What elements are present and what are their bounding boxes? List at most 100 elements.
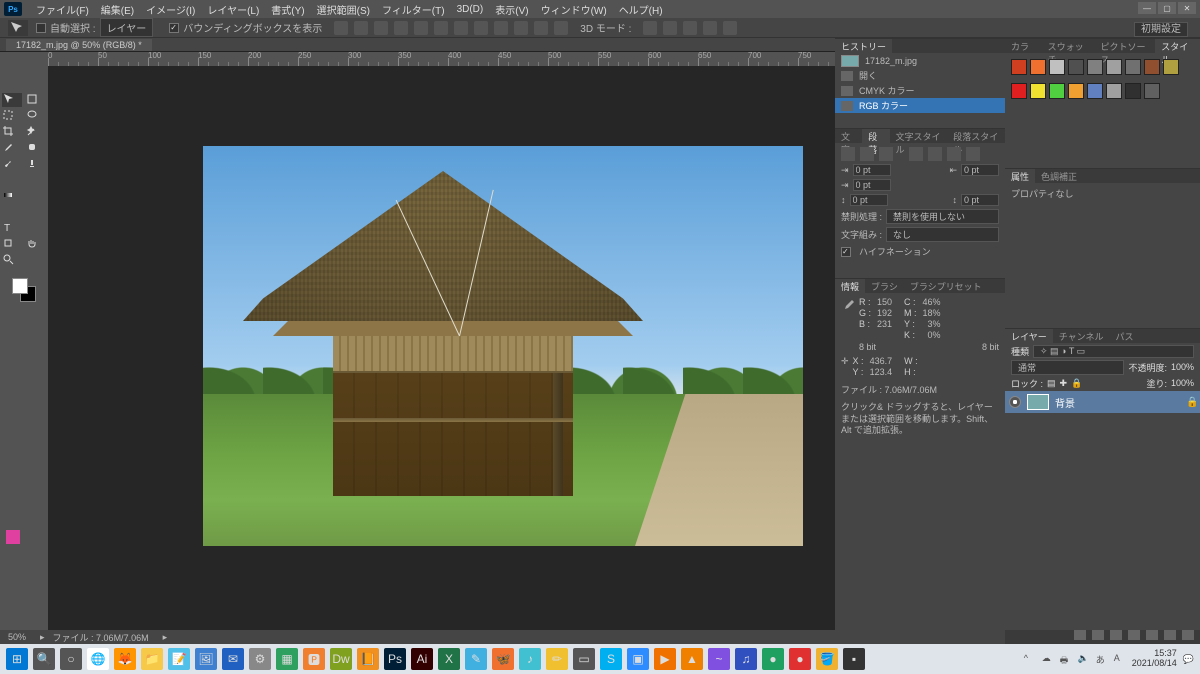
style-swatch[interactable] [1125, 59, 1141, 75]
taskbar-app-icon[interactable]: ○ [60, 648, 82, 670]
crop-tool-icon[interactable] [2, 125, 22, 139]
para-style-tab[interactable]: 段落スタイル [947, 129, 1005, 143]
taskbar-app-icon[interactable]: ● [789, 648, 811, 670]
style-swatch[interactable] [1011, 83, 1027, 99]
taskbar-app-icon[interactable]: Ps [384, 648, 406, 670]
taskbar-app-icon[interactable]: ⊞ [6, 648, 28, 670]
swatches-tab[interactable]: スウォッチ [1042, 39, 1095, 53]
menu-file[interactable]: ファイル(F) [30, 0, 95, 19]
taskbar-app-icon[interactable]: 📙 [357, 648, 379, 670]
chevron-right-icon[interactable]: ▸ [40, 632, 45, 643]
align-icon[interactable] [374, 21, 388, 35]
taskbar-app-icon[interactable]: S [600, 648, 622, 670]
quick-mask-icon[interactable] [6, 530, 20, 544]
indent-left-input[interactable] [853, 164, 891, 176]
history-item[interactable]: 開く [835, 68, 1005, 83]
style-swatch[interactable] [1049, 59, 1065, 75]
align-icon[interactable] [414, 21, 428, 35]
gradient-tool-icon[interactable] [2, 189, 22, 203]
ruler-horizontal[interactable]: -150-100-5005010015020025030035040045050… [48, 52, 835, 66]
properties-tab[interactable]: 属性 [1005, 169, 1035, 183]
info-tab[interactable]: 情報 [835, 279, 865, 293]
style-swatch[interactable] [1011, 59, 1027, 75]
layer-mask-icon[interactable] [1110, 630, 1122, 640]
style-swatch[interactable] [1125, 83, 1141, 99]
color-tab[interactable]: カラー [1005, 39, 1042, 53]
taskbar-app-icon[interactable]: 🔍 [33, 648, 55, 670]
taskbar-app-icon[interactable]: ● [762, 648, 784, 670]
character-tab[interactable]: 文字 [835, 129, 862, 143]
history-tab[interactable]: ヒストリー [835, 39, 892, 53]
style-swatch[interactable] [1068, 83, 1084, 99]
eyedropper-tool-icon[interactable] [2, 141, 22, 155]
move-tool-icon[interactable] [2, 93, 22, 107]
indent-right-input[interactable] [961, 164, 999, 176]
style-swatch[interactable] [1087, 83, 1103, 99]
new-layer-icon[interactable] [1164, 630, 1176, 640]
lock-position-icon[interactable]: ✚ [1060, 378, 1068, 389]
notification-icon[interactable]: 💬 [1183, 654, 1194, 665]
menu-3d[interactable]: 3D(D) [451, 2, 490, 17]
align-icon[interactable] [354, 21, 368, 35]
menu-type[interactable]: 書式(Y) [265, 0, 310, 19]
dodge-tool-icon[interactable] [2, 205, 22, 219]
taskbar-app-icon[interactable]: ▭ [573, 648, 595, 670]
tray-icon[interactable]: ^ [1024, 653, 1036, 665]
taskbar-app-icon[interactable]: 🦋 [492, 648, 514, 670]
space-after-input[interactable] [961, 194, 999, 206]
justify-center-icon[interactable] [928, 147, 942, 161]
auto-select-combo[interactable]: レイヤー [100, 18, 154, 37]
menu-window[interactable]: ウィンドウ(W) [535, 0, 613, 19]
style-swatch[interactable] [1106, 59, 1122, 75]
menu-help[interactable]: ヘルプ(H) [613, 0, 669, 19]
channels-tab[interactable]: チャンネル [1053, 329, 1110, 343]
kinsoku-combo[interactable]: 禁則を使用しない [886, 209, 999, 224]
style-swatch[interactable] [1144, 59, 1160, 75]
history-item[interactable]: CMYK カラー [835, 83, 1005, 98]
brush-tool-icon[interactable] [2, 157, 22, 171]
adjustments-tab[interactable]: 色調補正 [1035, 169, 1083, 183]
layer-name[interactable]: 背景 [1055, 395, 1075, 410]
shape-tool-icon[interactable] [2, 237, 22, 251]
kumi-combo[interactable]: なし [886, 227, 999, 242]
align-icon[interactable] [554, 21, 568, 35]
paths-tab[interactable]: パス [1109, 329, 1139, 343]
taskbar-app-icon[interactable]: X [438, 648, 460, 670]
lock-all-icon[interactable]: 🔒 [1071, 378, 1082, 389]
taskbar-app-icon[interactable]: ⚙ [249, 648, 271, 670]
document-tab[interactable]: 17182_m.jpg @ 50% (RGB/8) * [6, 39, 152, 51]
taskbar-app-icon[interactable]: 🌐 [87, 648, 109, 670]
justify-right-icon[interactable] [947, 147, 961, 161]
3d-icon[interactable] [643, 21, 657, 35]
menu-layer[interactable]: レイヤー(L) [201, 0, 265, 19]
link-layers-icon[interactable] [1074, 630, 1086, 640]
taskbar-app-icon[interactable]: Dw [330, 648, 352, 670]
3d-icon[interactable] [703, 21, 717, 35]
align-icon[interactable] [494, 21, 508, 35]
taskbar-app-icon[interactable]: ✏ [546, 648, 568, 670]
layers-tab[interactable]: レイヤー [1005, 329, 1053, 343]
align-icon[interactable] [454, 21, 468, 35]
visibility-icon[interactable] [1009, 396, 1021, 408]
paragraph-tab[interactable]: 段落 [862, 129, 889, 143]
brush-tab[interactable]: ブラシ [865, 279, 904, 293]
hyphenation-checkbox[interactable] [841, 247, 851, 257]
taskbar-app-icon[interactable]: ▣ [627, 648, 649, 670]
marquee-tool-icon[interactable] [2, 109, 22, 123]
zoom-display[interactable]: 50% [8, 632, 26, 642]
taskbar-app-icon[interactable]: Ai [411, 648, 433, 670]
magic-wand-tool-icon[interactable] [26, 125, 46, 139]
menu-filter[interactable]: フィルター(T) [376, 0, 451, 19]
auto-select-checkbox[interactable] [36, 23, 46, 33]
menu-select[interactable]: 選択範囲(S) [311, 0, 376, 19]
delete-layer-icon[interactable] [1182, 630, 1194, 640]
clock-date[interactable]: 2021/08/14 [1132, 659, 1177, 669]
align-icon[interactable] [334, 21, 348, 35]
type-tool-icon[interactable]: T [2, 221, 22, 235]
lock-pixels-icon[interactable]: ▤ [1047, 378, 1056, 389]
3d-icon[interactable] [663, 21, 677, 35]
taskbar-app-icon[interactable]: 🖼 [195, 648, 217, 670]
layer-filter-combo[interactable]: ✧ ▤ ◑ T ▭ [1033, 345, 1194, 358]
brush-preset-tab[interactable]: ブラシプリセット [904, 279, 988, 293]
menu-edit[interactable]: 編集(E) [95, 0, 140, 19]
